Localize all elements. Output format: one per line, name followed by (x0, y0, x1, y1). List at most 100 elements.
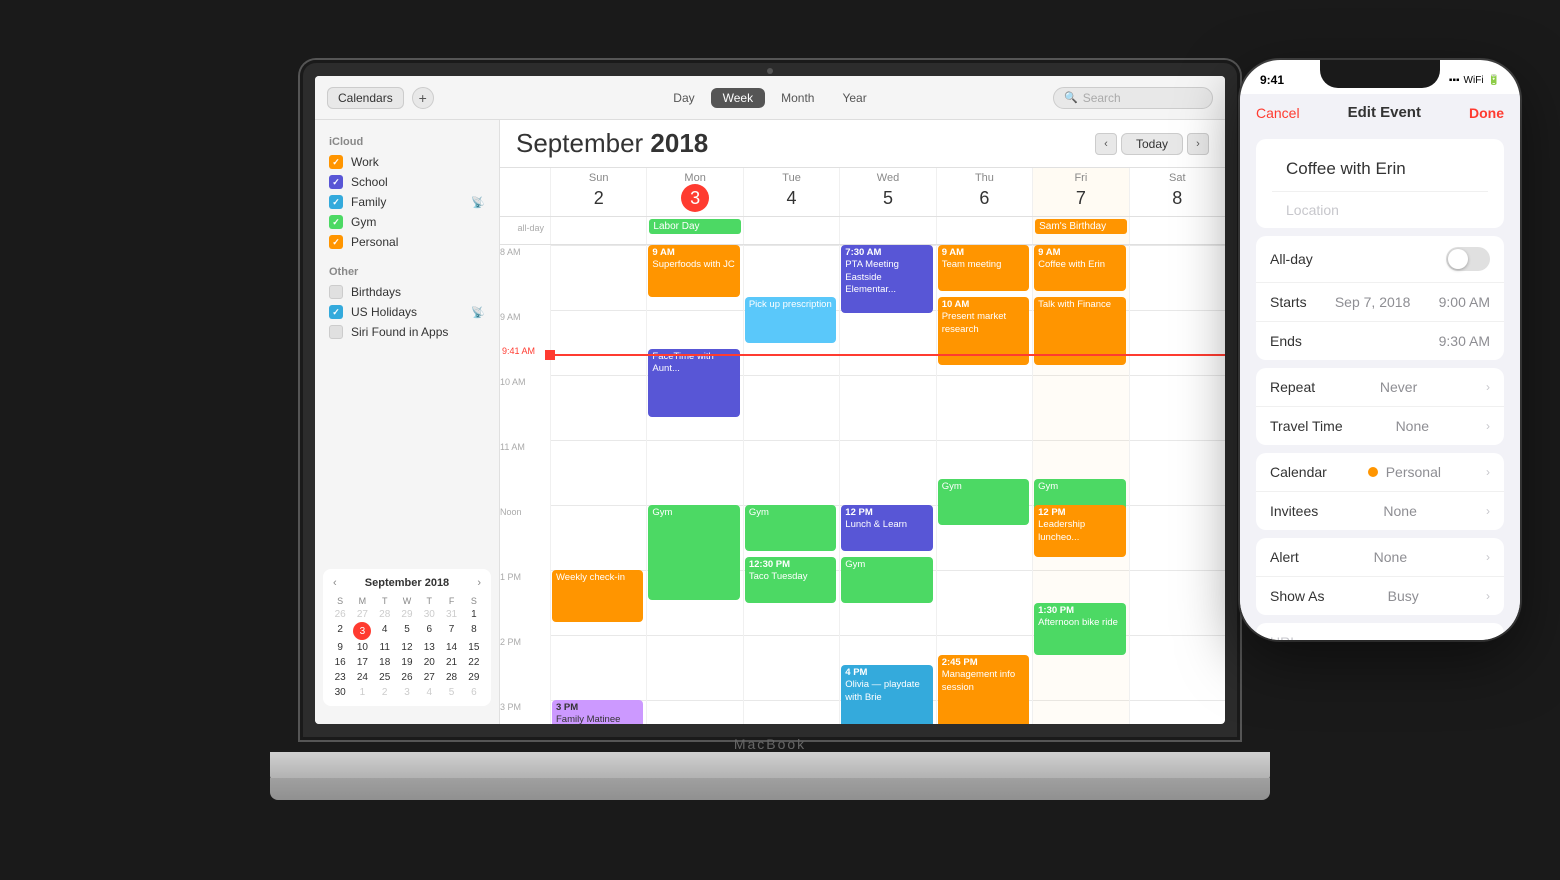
event-3[interactable]: FaceTime with Aunt... (648, 349, 739, 417)
travel-field[interactable]: Travel Time None › (1256, 407, 1504, 445)
event-1[interactable]: 3 PMFamily Matinee (552, 700, 643, 724)
mini-day-18[interactable]: 18 (374, 655, 396, 670)
cal-next-button[interactable]: › (1187, 133, 1209, 155)
mini-day-3-today[interactable]: 3 (353, 622, 371, 640)
search-box[interactable]: 🔍 Search (1053, 87, 1213, 109)
mini-day-5[interactable]: 5 (396, 622, 418, 640)
mini-day-29b[interactable]: 29 (463, 670, 485, 685)
mini-day-12[interactable]: 12 (396, 640, 418, 655)
mini-day-oct6[interactable]: 6 (463, 685, 485, 700)
done-button[interactable]: Done (1469, 105, 1504, 121)
mini-day-28b[interactable]: 28 (440, 670, 462, 685)
mini-day-2[interactable]: 2 (329, 622, 351, 640)
show-as-field[interactable]: Show As Busy › (1256, 577, 1504, 615)
mini-day-30[interactable]: 30 (418, 607, 440, 622)
starts-field[interactable]: Starts Sep 7, 2018 9:00 AM (1256, 283, 1504, 322)
sidebar-item-family[interactable]: Family 📡 (315, 192, 499, 212)
mini-day-oct2[interactable]: 2 (374, 685, 396, 700)
event-12[interactable]: Gym (841, 557, 932, 603)
sidebar-item-personal[interactable]: Personal (315, 232, 499, 252)
sidebar-item-us-holidays[interactable]: US Holidays 📡 (315, 302, 499, 322)
mini-day-10[interactable]: 10 (351, 640, 373, 655)
mini-day-31[interactable]: 31 (440, 607, 462, 622)
mini-day-4[interactable]: 4 (374, 622, 396, 640)
ends-field[interactable]: Ends 9:30 AM (1256, 322, 1504, 360)
mini-day-23[interactable]: 23 (329, 670, 351, 685)
starts-label: Starts (1270, 294, 1307, 310)
invitees-field[interactable]: Invitees None › (1256, 492, 1504, 530)
event-11[interactable]: 12 PMLunch & Learn (841, 505, 932, 551)
event-7[interactable]: 12:30 PMTaco Tuesday (745, 557, 836, 603)
event-13[interactable]: 4 PMOlivia — playdate with Brie (841, 665, 932, 724)
cal-prev-button[interactable]: ‹ (1095, 133, 1117, 155)
mini-day-11[interactable]: 11 (374, 640, 396, 655)
event-25[interactable]: 1:30 PMAfternoon bike ride (1034, 603, 1125, 655)
repeat-field[interactable]: Repeat Never › (1256, 368, 1504, 407)
mini-day-26b[interactable]: 26 (396, 670, 418, 685)
mini-day-21[interactable]: 21 (440, 655, 462, 670)
mini-day-6[interactable]: 6 (418, 622, 440, 640)
mini-day-9[interactable]: 9 (329, 640, 351, 655)
mini-cal-prev[interactable]: ‹ (333, 577, 337, 589)
event-name-field[interactable]: Coffee with Erin (1272, 147, 1488, 191)
mini-day-7[interactable]: 7 (440, 622, 462, 640)
calendars-button[interactable]: Calendars (327, 87, 404, 109)
mini-day-25[interactable]: 25 (374, 670, 396, 685)
mini-day-24[interactable]: 24 (351, 670, 373, 685)
add-calendar-button[interactable]: + (412, 87, 434, 109)
mini-day-29[interactable]: 29 (396, 607, 418, 622)
event-19[interactable]: 2:45 PMManagement info session (938, 655, 1029, 724)
iphone-notch (1320, 60, 1440, 88)
event-6[interactable]: Gym (745, 505, 836, 551)
event-24[interactable]: 12 PMLeadership luncheo... (1034, 505, 1125, 557)
all-day-toggle[interactable] (1446, 247, 1490, 271)
mini-day-20[interactable]: 20 (418, 655, 440, 670)
cancel-button[interactable]: Cancel (1256, 105, 1300, 121)
sidebar-item-work[interactable]: Work (315, 152, 499, 172)
school-color-dot (329, 175, 343, 189)
sidebar-item-gym[interactable]: Gym (315, 212, 499, 232)
calendar-field[interactable]: Calendar Personal › (1256, 453, 1504, 492)
event-16[interactable]: 9 AMTeam meeting (938, 245, 1029, 291)
mini-day-30b[interactable]: 30 (329, 685, 351, 700)
sams-birthday-event[interactable]: Sam's Birthday (1035, 219, 1126, 234)
event-18[interactable]: Gym (938, 479, 1029, 525)
mini-day-14[interactable]: 14 (440, 640, 462, 655)
mini-day-oct1[interactable]: 1 (351, 685, 373, 700)
sidebar-item-siri-found[interactable]: Siri Found in Apps (315, 322, 499, 342)
today-button[interactable]: Today (1121, 133, 1183, 155)
event-5[interactable]: Pick up prescription (745, 297, 836, 343)
mini-day-oct3[interactable]: 3 (396, 685, 418, 700)
event-0[interactable]: Weekly check-in (552, 570, 643, 622)
event-10[interactable]: 7:30 AMPTA Meeting Eastside Elementar... (841, 245, 932, 313)
mini-day-28[interactable]: 28 (374, 607, 396, 622)
alert-field[interactable]: Alert None › (1256, 538, 1504, 577)
event-21[interactable]: 9 AMCoffee with Erin (1034, 245, 1125, 291)
mini-day-oct4[interactable]: 4 (418, 685, 440, 700)
sidebar-item-birthdays[interactable]: Birthdays (315, 282, 499, 302)
mini-day-27[interactable]: 27 (351, 607, 373, 622)
labor-day-event[interactable]: Labor Day (649, 219, 740, 234)
mini-day-8[interactable]: 8 (463, 622, 485, 640)
mini-day-19[interactable]: 19 (396, 655, 418, 670)
view-day-button[interactable]: Day (661, 88, 706, 108)
mini-day-22[interactable]: 22 (463, 655, 485, 670)
url-field[interactable]: URL (1256, 623, 1504, 640)
view-week-button[interactable]: Week (711, 88, 765, 108)
sidebar-item-school[interactable]: School (315, 172, 499, 192)
mini-day-15[interactable]: 15 (463, 640, 485, 655)
mini-day-13[interactable]: 13 (418, 640, 440, 655)
event-2[interactable]: 9 AMSuperfoods with JC (648, 245, 739, 297)
mini-cal-next[interactable]: › (477, 577, 481, 589)
view-month-button[interactable]: Month (769, 88, 826, 108)
icloud-label: iCloud (315, 130, 499, 152)
mini-day-oct5[interactable]: 5 (440, 685, 462, 700)
mini-day-27b[interactable]: 27 (418, 670, 440, 685)
event-4[interactable]: Gym (648, 505, 739, 600)
location-field[interactable]: Location (1272, 191, 1488, 228)
view-year-button[interactable]: Year (830, 88, 878, 108)
mini-day-16[interactable]: 16 (329, 655, 351, 670)
mini-day-26[interactable]: 26 (329, 607, 351, 622)
mini-day-1[interactable]: 1 (463, 607, 485, 622)
mini-day-17[interactable]: 17 (351, 655, 373, 670)
